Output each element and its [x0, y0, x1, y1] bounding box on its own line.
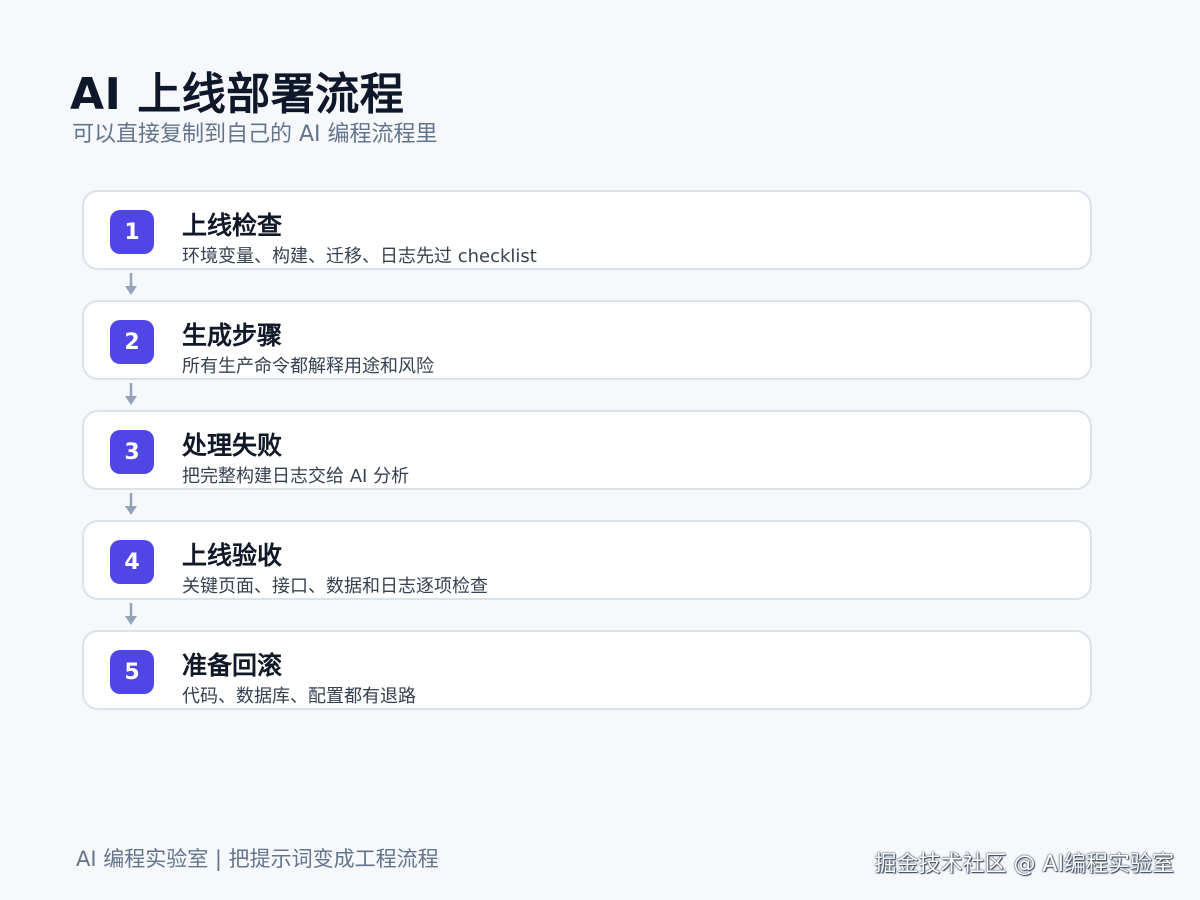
step-number-badge: 4	[110, 540, 154, 584]
step-card-3: 3 处理失败 把完整构建日志交给 AI 分析	[82, 410, 1092, 490]
arrow-down-icon	[125, 493, 137, 515]
step-title: 生成步骤	[182, 321, 283, 350]
step-connector	[82, 380, 1092, 410]
step-connector	[82, 270, 1092, 300]
step-title: 上线验收	[182, 541, 283, 570]
step-connector	[82, 600, 1092, 630]
arrow-down-icon	[125, 603, 137, 625]
step-description: 所有生产命令都解释用途和风险	[182, 356, 434, 377]
step-connector	[82, 490, 1092, 520]
step-title: 上线检查	[182, 211, 283, 240]
step-card-4: 4 上线验收 关键页面、接口、数据和日志逐项检查	[82, 520, 1092, 600]
page-subtitle: 可以直接复制到自己的 AI 编程流程里	[72, 122, 438, 147]
page-title: AI 上线部署流程	[70, 69, 405, 120]
step-number-badge: 5	[110, 650, 154, 694]
step-number-badge: 3	[110, 430, 154, 474]
step-description: 代码、数据库、配置都有退路	[182, 686, 416, 707]
watermark: 掘金技术社区 @ AI编程实验室	[874, 852, 1174, 877]
step-title: 准备回滚	[182, 651, 283, 680]
step-number-badge: 1	[110, 210, 154, 254]
flow-steps: 1 上线检查 环境变量、构建、迁移、日志先过 checklist 2 生成步骤 …	[82, 190, 1092, 710]
step-description: 把完整构建日志交给 AI 分析	[182, 466, 410, 487]
step-card-1: 1 上线检查 环境变量、构建、迁移、日志先过 checklist	[82, 190, 1092, 270]
arrow-down-icon	[125, 383, 137, 405]
step-card-5: 5 准备回滚 代码、数据库、配置都有退路	[82, 630, 1092, 710]
step-number-badge: 2	[110, 320, 154, 364]
step-card-2: 2 生成步骤 所有生产命令都解释用途和风险	[82, 300, 1092, 380]
footer-caption: AI 编程实验室 | 把提示词变成工程流程	[76, 847, 439, 871]
step-description: 环境变量、构建、迁移、日志先过 checklist	[182, 246, 537, 267]
arrow-down-icon	[125, 273, 137, 295]
step-description: 关键页面、接口、数据和日志逐项检查	[182, 576, 488, 597]
step-title: 处理失败	[182, 431, 283, 460]
